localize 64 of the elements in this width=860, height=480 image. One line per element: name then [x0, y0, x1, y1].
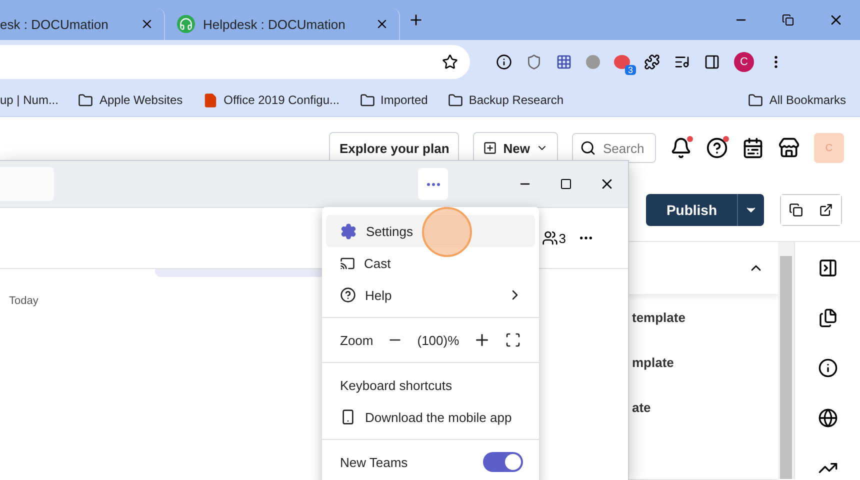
menu-item[interactable]: Download the mobile app: [326, 401, 535, 433]
extension-badge: 3: [624, 65, 636, 75]
shield-icon[interactable]: [526, 54, 542, 70]
settings-icon: [340, 222, 357, 240]
star-icon[interactable]: [442, 54, 458, 70]
grid-icon[interactable]: [556, 54, 572, 70]
menu-item[interactable]: Keyboard shortcuts: [326, 369, 535, 401]
globe-icon[interactable]: [818, 408, 838, 428]
bookmark[interactable]: Backup Research: [448, 92, 564, 108]
plus-icon: [483, 141, 498, 155]
participants-count[interactable]: 3: [542, 230, 566, 246]
bookmark[interactable]: Apple Websites: [78, 92, 183, 108]
bell-icon[interactable]: [670, 137, 692, 159]
headset-icon: [177, 15, 195, 33]
panel-icon[interactable]: [818, 258, 838, 278]
more-button[interactable]: [418, 168, 448, 200]
help-icon: [340, 287, 356, 303]
fullscreen-icon[interactable]: [505, 332, 522, 348]
phone-icon: [340, 409, 356, 425]
bookmark[interactable]: up | Num...: [0, 93, 58, 107]
menu-item[interactable]: Help: [326, 279, 535, 311]
bookmark[interactable]: All Bookmarks: [748, 92, 846, 108]
template-item[interactable]: ate: [628, 385, 778, 430]
folder-icon: [748, 92, 764, 108]
menu-item[interactable]: Settings: [326, 215, 535, 247]
scrollbar[interactable]: [778, 242, 794, 479]
profile-avatar[interactable]: C: [734, 52, 754, 72]
info-icon[interactable]: [818, 358, 838, 378]
click-marker: [422, 207, 472, 257]
media-icon[interactable]: [674, 54, 690, 70]
template-item[interactable]: template: [628, 295, 778, 340]
restore-icon[interactable]: [782, 14, 794, 26]
bookmark[interactable]: Imported: [360, 92, 428, 108]
template-item[interactable]: mplate: [628, 340, 778, 385]
maximize-icon: [560, 178, 572, 190]
toggle-label: New Teams: [340, 454, 409, 470]
folder-icon: [78, 92, 94, 108]
close-icon[interactable]: [140, 17, 154, 31]
search-field[interactable]: Search: [572, 133, 656, 163]
extension-icon[interactable]: [614, 55, 630, 69]
zoom-value: (100)%: [417, 332, 460, 348]
help-icon[interactable]: [706, 137, 728, 159]
new-tab-icon[interactable]: [408, 12, 424, 28]
zoom-label: Zoom: [340, 332, 374, 348]
files-icon[interactable]: [818, 308, 838, 328]
publish-button[interactable]: Publish: [646, 194, 737, 226]
cast-icon: [340, 256, 355, 270]
date-label: Today: [9, 295, 38, 307]
toggle-switch[interactable]: [483, 452, 523, 472]
folder-icon: [360, 92, 374, 108]
store-icon[interactable]: [778, 137, 800, 159]
document-icon: [202, 92, 218, 108]
more-icon: [426, 182, 440, 186]
folder-icon: [448, 92, 463, 108]
search-icon: [580, 140, 596, 156]
copy-icon: [789, 203, 803, 217]
close-icon[interactable]: [375, 17, 389, 31]
calendar-icon[interactable]: [742, 137, 764, 159]
bookmark[interactable]: Office 2019 Configu...: [202, 92, 340, 108]
side-panel-icon[interactable]: [704, 54, 720, 70]
puzzle-icon[interactable]: [644, 54, 660, 70]
publish-menu-button[interactable]: [737, 194, 764, 226]
menu-item[interactable]: Cast: [326, 247, 535, 279]
external-link-icon: [819, 203, 833, 217]
